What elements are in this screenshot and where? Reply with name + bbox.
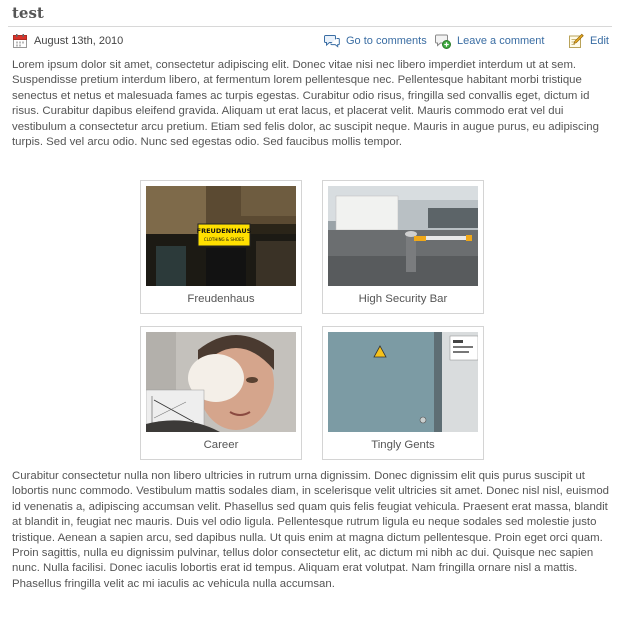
gallery-caption: Freudenhaus [187, 293, 255, 305]
gallery-item-tingly-gents[interactable]: Tingly Gents [322, 326, 484, 460]
edit-icon [569, 33, 584, 48]
tingly-gents-photo[interactable] [328, 332, 478, 432]
post-date: August 13th, 2010 [12, 32, 123, 50]
comments-icon [324, 35, 340, 48]
blog-post: test August 13th, 2010 Go to comments Le… [0, 0, 621, 629]
gallery-caption: Career [203, 439, 239, 451]
gallery-caption: High Security Bar [358, 293, 448, 305]
go-to-comments-label[interactable]: Go to comments [346, 35, 427, 47]
post-meta: August 13th, 2010 Go to comments Leave a… [12, 32, 612, 50]
leave-comment-link[interactable]: Leave a comment [435, 32, 544, 50]
post-title[interactable]: test [12, 4, 44, 22]
gallery-item-career[interactable]: Career [140, 326, 302, 460]
edit-post-link[interactable]: Edit [568, 32, 609, 50]
gallery-item-high-security-bar[interactable]: High Security Bar [322, 180, 484, 314]
career-photo[interactable] [146, 332, 296, 432]
add-comment-icon [435, 34, 451, 49]
sign-text: FREUDENHAUS [197, 227, 252, 235]
title-divider [8, 26, 612, 27]
calendar-icon [13, 34, 27, 48]
leave-comment-label[interactable]: Leave a comment [457, 35, 544, 47]
post-paragraph-1: Lorem ipsum dolor sit amet, consectetur … [12, 59, 599, 149]
go-to-comments-link[interactable]: Go to comments [324, 32, 427, 50]
gallery-caption: Tingly Gents [371, 439, 435, 451]
sign-subtext: CLOTHING & SHOES [204, 237, 245, 242]
post-paragraph-2: Curabitur consectetur nulla non libero u… [12, 470, 609, 590]
freudenhaus-photo[interactable]: FREUDENHAUS CLOTHING & SHOES [146, 186, 296, 286]
edit-label[interactable]: Edit [590, 35, 609, 47]
high-security-bar-photo[interactable] [328, 186, 478, 286]
gallery-item-freudenhaus[interactable]: FREUDENHAUS CLOTHING & SHOES Freudenhaus [140, 180, 302, 314]
post-date-text: August 13th, 2010 [34, 35, 124, 47]
